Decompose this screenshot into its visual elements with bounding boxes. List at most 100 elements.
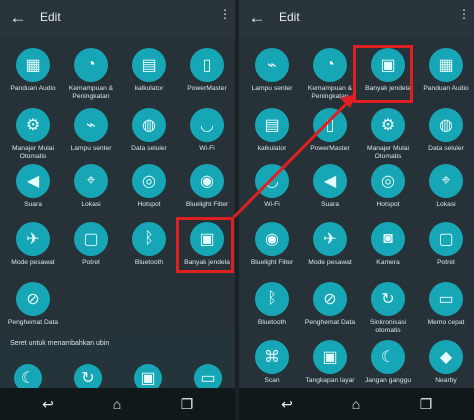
eye-icon: ◉ [255, 222, 289, 256]
more-options-icon[interactable]: ⋮ [458, 8, 470, 26]
quick-tile[interactable]: ▢ Potret [417, 222, 474, 286]
tile-label: Potret [82, 259, 100, 266]
recents-nav-icon[interactable]: ❐ [416, 395, 436, 413]
tile-label: Bluetooth [134, 259, 164, 266]
quick-tile[interactable]: ◡ Wi-Fi [178, 108, 235, 172]
quick-tile[interactable]: ⚙ Manajer Mulai Otomatis [4, 108, 62, 172]
sync-icon: ↻ [371, 282, 405, 316]
back-arrow-icon[interactable]: ← [8, 8, 28, 28]
more-options-icon[interactable]: ⋮ [219, 8, 231, 26]
quick-tile[interactable]: ◎ Hotspot [120, 164, 178, 228]
target-highlight-box [353, 45, 413, 103]
data-saver-icon: ⊘ [16, 282, 50, 316]
home-nav-icon[interactable]: ⌂ [107, 395, 127, 413]
tile-label: Lampu senter [251, 85, 293, 92]
home-nav-icon[interactable]: ⌂ [346, 395, 366, 413]
nearby-icon: ◆ [429, 340, 463, 374]
tile-label: Bluetooth [257, 319, 287, 326]
camera-icon: ◙ [371, 222, 405, 256]
quick-tile[interactable]: ▯ PowerMaster [178, 48, 235, 112]
tile-label: Jangan ganggu [364, 377, 412, 384]
quick-tile[interactable]: ◎ Hotspot [359, 164, 417, 228]
quick-tile[interactable]: ⚙ Manajer Mulai Otomatis [359, 108, 417, 172]
gear-icon: ⚙ [16, 108, 50, 142]
gear-icon: ⚙ [371, 108, 405, 142]
quick-tile[interactable]: ▦ Panduan Audio [417, 48, 474, 112]
quick-tile[interactable]: ✈ Mode pesawat [4, 222, 62, 286]
audio-guide-icon: ▦ [429, 48, 463, 82]
top-bar: ← Edit ⋮ [239, 0, 474, 36]
tile-label: Suara [24, 201, 42, 208]
quick-tile[interactable]: ▭ Memo cepat [417, 282, 474, 346]
quick-tile[interactable]: ↻ Sinkronisasi otomatis [359, 282, 417, 346]
quick-tile[interactable]: ▤ kalkulator [120, 48, 178, 112]
back-nav-icon[interactable]: ↩ [277, 395, 297, 413]
moon-icon: ☾ [371, 340, 405, 374]
available-tiles-row: ☾ ↻ ▣ ▭ [0, 360, 235, 392]
quick-tile[interactable]: ▦ Panduan Audio [4, 48, 62, 112]
tile-label: Kamera [376, 259, 400, 266]
data-saver-icon: ⊘ [313, 282, 347, 316]
quick-tile[interactable]: ◉ Bluelight Filter [243, 222, 301, 286]
tile-label: Panduan Audio [423, 85, 469, 92]
tile-label: Lampu senter [70, 145, 112, 152]
page-title: Edit [40, 10, 61, 24]
tile-label: Suara [321, 201, 339, 208]
tile-label: Data seluler [131, 145, 167, 152]
airplane-icon: ✈ [16, 222, 50, 256]
gauge-icon: ◔ [74, 48, 108, 82]
tile-label: kalkulator [134, 85, 164, 92]
quick-tile[interactable]: ◔ Kemampuan & Peningkatan [301, 48, 359, 112]
add-tiles-hint: Seret untuk menambahkan ubin [10, 340, 110, 347]
quick-tile[interactable]: ⌁ Lampu senter [243, 48, 301, 112]
tile-label: Scan [264, 377, 280, 384]
memo-icon: ▭ [429, 282, 463, 316]
quick-tile[interactable]: ▤ kalkulator [243, 108, 301, 172]
tile-label: Kemampuan & Peningkatan [307, 85, 353, 100]
tile-label: Sinkronisasi otomatis [369, 319, 407, 334]
quick-tile[interactable]: ◍ Data seluler [120, 108, 178, 172]
calculator-icon: ▤ [255, 108, 289, 142]
speaker-icon: ◀ [16, 164, 50, 198]
eye-icon: ◉ [190, 164, 224, 198]
quick-tile[interactable]: ⌁ Lampu senter [62, 108, 120, 172]
tile-label: Memo cepat [427, 319, 465, 326]
quick-tile[interactable]: ⌖ Lokasi [417, 164, 474, 228]
portrait-icon: ▢ [74, 222, 108, 256]
hotspot-icon: ◎ [371, 164, 405, 198]
speaker-icon: ◀ [313, 164, 347, 198]
tile-label: Hotspot [376, 201, 400, 208]
quick-tile[interactable]: ⌖ Lokasi [62, 164, 120, 228]
quick-tile[interactable]: ◔ Kemampuan & Peningkatan [62, 48, 120, 112]
tile-label: Kemampuan & Peningkatan [68, 85, 114, 100]
top-bar: ← Edit ⋮ [0, 0, 235, 36]
quick-tile[interactable]: ◀ Suara [301, 164, 359, 228]
quick-tile[interactable]: ◡ Wi-Fi [243, 164, 301, 228]
quick-tile[interactable]: ◙ Kamera [359, 222, 417, 286]
portrait-icon: ▢ [429, 222, 463, 256]
quick-tile[interactable]: ▯ PowerMaster [301, 108, 359, 172]
calculator-icon: ▤ [132, 48, 166, 82]
tile-label: Hotspot [137, 201, 161, 208]
tile-label: Penghemat Data [304, 319, 356, 326]
tile-label: Lokasi [436, 201, 456, 208]
quick-tile[interactable]: ✈ Mode pesawat [301, 222, 359, 286]
flashlight-icon: ⌁ [255, 48, 289, 82]
recents-nav-icon[interactable]: ❐ [177, 395, 197, 413]
quick-tile[interactable]: ◍ Data seluler [417, 108, 474, 172]
quick-tile[interactable]: ᛒ Bluetooth [243, 282, 301, 346]
tile-label: Mode pesawat [308, 259, 352, 266]
quick-tile[interactable]: ᛒ Bluetooth [120, 222, 178, 286]
screenshot-icon: ▣ [313, 340, 347, 374]
back-nav-icon[interactable]: ↩ [38, 395, 58, 413]
navigation-bar: ↩ ⌂ ❐ [0, 388, 235, 420]
tile-label: Potret [437, 259, 455, 266]
scan-icon: ⌘ [255, 340, 289, 374]
quick-tile[interactable]: ⊘ Penghemat Data [301, 282, 359, 346]
quick-tile[interactable]: ◀ Suara [4, 164, 62, 228]
add-tiles-tray: Seret untuk menambahkan ubin ☾ ↻ ▣ ▭ [0, 332, 235, 392]
tile-label: Bluelight Filter [185, 201, 229, 208]
back-arrow-icon[interactable]: ← [247, 8, 267, 28]
globe-icon: ◍ [132, 108, 166, 142]
quick-tile[interactable]: ▢ Potret [62, 222, 120, 286]
